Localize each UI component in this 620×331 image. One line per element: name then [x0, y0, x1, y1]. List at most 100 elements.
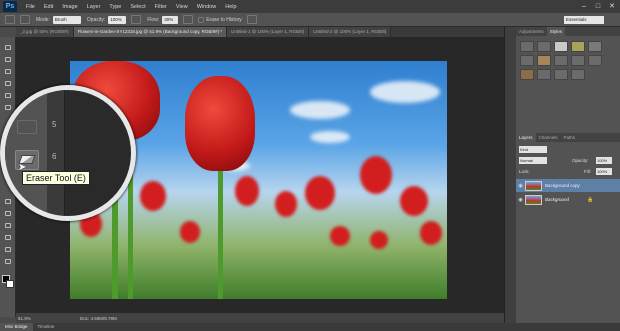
mode-select[interactable]: Brush	[52, 15, 81, 24]
lock-label: Lock:	[519, 169, 530, 174]
menu-file[interactable]: File	[26, 4, 35, 10]
tab-document[interactable]: Untitled-1 @ 100% (Layer 1, RGB/8)	[227, 27, 310, 37]
style-swatch-icon[interactable]	[520, 41, 534, 52]
tulip-blur	[400, 186, 428, 216]
bottom-panel-tabs: Mini Bridge Timeline	[0, 323, 620, 331]
lasso-tool-icon[interactable]	[3, 67, 13, 76]
menu-window[interactable]: Window	[197, 4, 217, 10]
menu-layer[interactable]: Layer	[87, 4, 101, 10]
tulip-blur	[360, 156, 392, 194]
tulip-blur	[330, 226, 350, 246]
tab-document[interactable]: Untitled-2 @ 100% (Layer 1, RGB/8)	[309, 27, 392, 37]
flow-input[interactable]: 30%	[162, 15, 179, 24]
shape-tool-icon[interactable]	[3, 233, 13, 242]
eraser-preset-icon[interactable]	[5, 15, 15, 24]
background-color-icon[interactable]	[6, 280, 14, 288]
flow-label: Flow:	[147, 16, 160, 23]
cloud-shape	[310, 131, 350, 143]
menu-image[interactable]: Image	[62, 4, 77, 10]
layer-row-background-copy[interactable]: ◉ Background copy	[516, 179, 620, 192]
document-size: Doc: 4.58M/9.78M	[80, 315, 117, 321]
quick-select-tool-icon[interactable]	[3, 79, 13, 88]
ruler: 5 6	[47, 90, 65, 216]
ruler-number: 6	[52, 152, 57, 161]
options-bar: Mode: Brush Opacity: 100% Flow: 30% Eras…	[0, 13, 620, 27]
move-tool-icon[interactable]	[3, 43, 13, 52]
pressure-size-icon[interactable]	[246, 15, 257, 24]
layer-thumbnail	[525, 194, 542, 205]
ruler-number: 5	[52, 120, 57, 129]
menu-bar: Ps File Edit Image Layer Type Select Fil…	[0, 0, 620, 13]
tab-adjustments[interactable]: Adjustments	[516, 27, 547, 36]
style-swatch-icon[interactable]	[554, 55, 568, 66]
opacity-label: Opacity:	[86, 16, 106, 23]
layers-panel-tabs: Layers Channels Paths	[516, 133, 620, 142]
magnified-toolbar	[5, 90, 47, 216]
layer-opacity-input[interactable]: 100%	[596, 157, 612, 164]
tab-document-active[interactable]: Flowers-in-Garden-SY12318.jpg @ 51.9% (B…	[73, 27, 228, 37]
zoom-tool-icon[interactable]	[3, 257, 13, 266]
tab-mini-bridge[interactable]: Mini Bridge	[0, 323, 33, 331]
tab-document[interactable]: _2.jpg @ 50% (RGB/8#)	[16, 27, 74, 37]
style-swatch-icon[interactable]	[588, 41, 602, 52]
hand-tool-icon[interactable]	[3, 245, 13, 254]
style-swatch-icon[interactable]	[554, 41, 568, 52]
document-tabs: _2.jpg @ 50% (RGB/8#) Flowers-in-Garden-…	[16, 27, 504, 37]
visibility-eye-icon[interactable]: ◉	[516, 197, 525, 203]
marquee-tool-icon[interactable]	[3, 55, 13, 64]
layer-row-background[interactable]: ◉ Background 🔒	[516, 193, 620, 206]
style-swatch-icon[interactable]	[571, 41, 585, 52]
menu-view[interactable]: View	[176, 4, 188, 10]
erase-history-label: Erase to History	[206, 16, 242, 23]
menu-select[interactable]: Select	[130, 4, 145, 10]
visibility-eye-icon[interactable]: ◉	[516, 183, 525, 189]
collapsed-panels-strip[interactable]	[504, 27, 516, 323]
right-panels: Adjustments Styles Layers Channels Paths…	[516, 27, 620, 323]
zoom-level[interactable]: 51.9%	[16, 316, 40, 321]
tulip-stem	[218, 169, 223, 299]
style-swatch-icon[interactable]	[520, 69, 534, 80]
menu-help[interactable]: Help	[225, 4, 236, 10]
close-button[interactable]: ✕	[607, 2, 617, 11]
tab-layers[interactable]: Layers	[516, 133, 536, 142]
tulip-blur	[305, 176, 335, 210]
opacity-input[interactable]: 100%	[108, 15, 127, 24]
style-swatch-icon[interactable]	[571, 55, 585, 66]
tab-timeline[interactable]: Timeline	[33, 323, 60, 331]
style-swatch-icon[interactable]	[520, 55, 534, 66]
erase-history-checkbox[interactable]	[198, 16, 205, 23]
brush-tool-icon[interactable]	[17, 120, 37, 134]
minimize-button[interactable]: –	[579, 2, 589, 11]
layer-filter-kind[interactable]: Kind	[519, 146, 547, 153]
layer-fill-input[interactable]: 100%	[596, 168, 612, 175]
style-swatch-icon[interactable]	[588, 55, 602, 66]
cloud-shape	[290, 101, 350, 119]
mode-label: Mode:	[36, 16, 50, 23]
menu-edit[interactable]: Edit	[44, 4, 53, 10]
tulip-blur	[140, 181, 166, 211]
maximize-button[interactable]: □	[593, 2, 603, 11]
tulip-blur	[235, 176, 259, 206]
brush-picker-icon[interactable]	[20, 15, 30, 24]
pressure-opacity-icon[interactable]	[131, 15, 142, 24]
airbrush-icon[interactable]	[183, 15, 194, 24]
styles-grid	[520, 41, 602, 80]
status-bar: 51.9% Doc: 4.58M/9.78M	[16, 313, 504, 323]
layer-name: Background	[545, 197, 570, 202]
menu-filter[interactable]: Filter	[155, 4, 167, 10]
menu-type[interactable]: Type	[109, 4, 121, 10]
style-swatch-icon[interactable]	[537, 55, 551, 66]
zoom-magnifier: 5 6	[0, 85, 136, 221]
tab-styles[interactable]: Styles	[546, 27, 566, 36]
workspace-select[interactable]: Essentials	[564, 16, 604, 24]
tab-channels[interactable]: Channels	[536, 133, 561, 142]
style-swatch-icon[interactable]	[554, 69, 568, 80]
style-swatch-icon[interactable]	[537, 69, 551, 80]
tulip-center	[185, 76, 255, 171]
tulip-blur	[275, 191, 297, 217]
style-swatch-icon[interactable]	[537, 41, 551, 52]
style-swatch-icon[interactable]	[571, 69, 585, 80]
blend-mode-select[interactable]: Normal	[519, 157, 547, 164]
path-select-tool-icon[interactable]	[3, 221, 13, 230]
tab-paths[interactable]: Paths	[561, 133, 579, 142]
